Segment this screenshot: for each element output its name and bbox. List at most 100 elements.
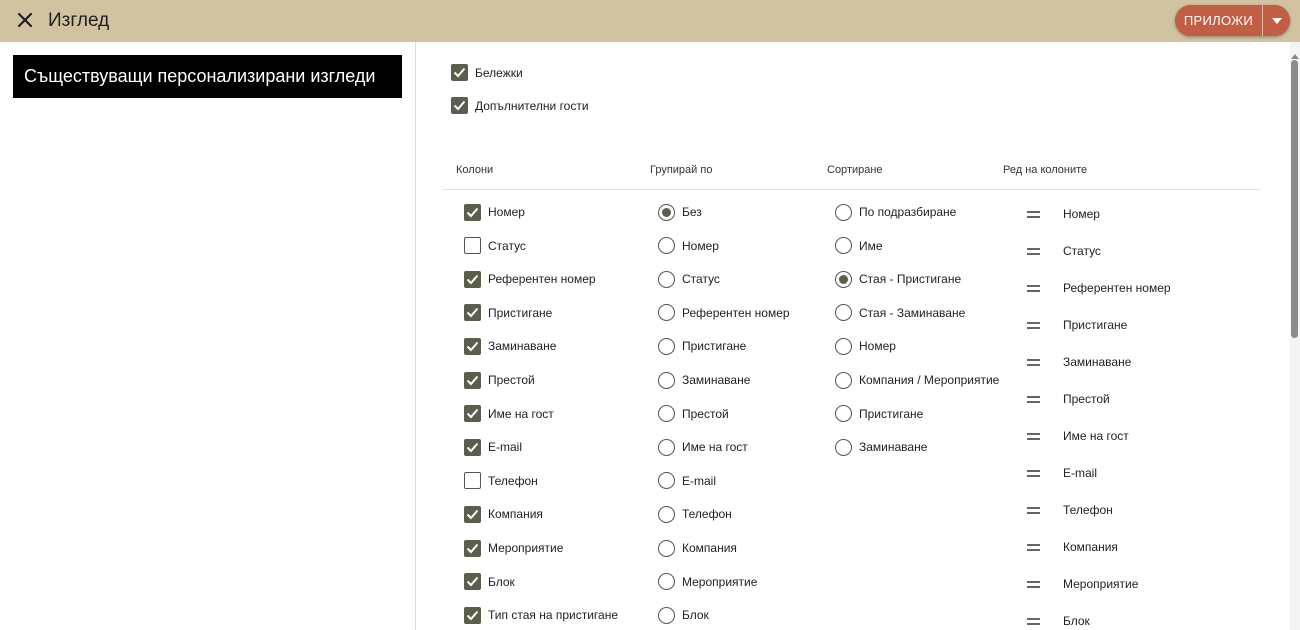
vertical-scrollbar[interactable] — [1290, 42, 1300, 630]
column-checkbox[interactable] — [464, 606, 481, 624]
column-option-row[interactable]: Пристигане — [464, 304, 552, 322]
column-option-row[interactable]: Блок — [464, 573, 515, 591]
group-by-option-row[interactable]: Референтен номер — [658, 304, 790, 322]
additional-guests-checkbox-row[interactable]: Допълнителни гости — [451, 97, 589, 114]
column-option-row[interactable]: Тип стая на пристигане — [464, 606, 618, 624]
column-order-item[interactable]: Номер — [1027, 206, 1100, 222]
group-by-option-row[interactable]: Пристигане — [658, 337, 746, 355]
sort-option-row[interactable]: Номер — [835, 337, 896, 355]
drag-handle-icon[interactable] — [1027, 284, 1040, 292]
group-by-option-row[interactable]: Телефон — [658, 505, 732, 523]
drag-handle-icon[interactable] — [1027, 580, 1040, 588]
close-icon[interactable] — [14, 9, 36, 31]
group-by-radio[interactable] — [658, 539, 675, 557]
sort-radio[interactable] — [835, 438, 852, 456]
column-checkbox[interactable] — [464, 405, 481, 423]
sort-option-row[interactable]: Компания / Мероприятие — [835, 371, 999, 389]
column-option-row[interactable]: Номер — [464, 203, 525, 221]
group-by-radio[interactable] — [658, 606, 675, 624]
column-order-item[interactable]: Телефон — [1027, 502, 1113, 518]
column-option-row[interactable]: Телефон — [464, 472, 538, 490]
group-by-radio[interactable] — [658, 304, 675, 322]
group-by-option-row[interactable]: E-mail — [658, 472, 716, 490]
sort-option-row[interactable]: Пристигане — [835, 405, 923, 423]
column-option-row[interactable]: Референтен номер — [464, 270, 596, 288]
group-by-option-row[interactable]: Блок — [658, 606, 709, 624]
notes-checkbox[interactable] — [451, 64, 468, 81]
drag-handle-icon[interactable] — [1027, 469, 1040, 477]
column-order-item[interactable]: Блок — [1027, 613, 1090, 629]
notes-checkbox-row[interactable]: Бележки — [451, 64, 523, 81]
column-order-item[interactable]: Престой — [1027, 391, 1110, 407]
sort-option-row[interactable]: Име — [835, 237, 883, 255]
group-by-radio[interactable] — [658, 371, 675, 389]
scroll-up-arrow[interactable] — [1291, 54, 1299, 59]
drag-handle-icon[interactable] — [1027, 358, 1040, 366]
column-option-row[interactable]: Заминаване — [464, 337, 556, 355]
group-by-radio[interactable] — [658, 203, 675, 221]
column-checkbox[interactable] — [464, 472, 481, 490]
drag-handle-icon[interactable] — [1027, 247, 1040, 255]
sort-radio[interactable] — [835, 237, 852, 255]
sort-option-row[interactable]: Заминаване — [835, 438, 927, 456]
drag-handle-icon[interactable] — [1027, 432, 1040, 440]
group-by-radio[interactable] — [658, 573, 675, 591]
column-checkbox[interactable] — [464, 203, 481, 221]
drag-handle-icon[interactable] — [1027, 543, 1040, 551]
sort-radio[interactable] — [835, 371, 852, 389]
column-checkbox[interactable] — [464, 505, 481, 523]
column-checkbox[interactable] — [464, 337, 481, 355]
column-order-item[interactable]: Мероприятие — [1027, 576, 1138, 592]
group-by-option-row[interactable]: Номер — [658, 237, 719, 255]
sort-option-row[interactable]: По подразбиране — [835, 203, 956, 221]
column-option-row[interactable]: Мероприятие — [464, 539, 563, 557]
apply-button[interactable]: ПРИЛОЖИ — [1175, 5, 1262, 36]
column-option-row[interactable]: Компания — [464, 505, 543, 523]
additional-guests-checkbox[interactable] — [451, 97, 468, 114]
drag-handle-icon[interactable] — [1027, 210, 1040, 218]
sort-radio[interactable] — [835, 337, 852, 355]
sort-option-row[interactable]: Стая - Пристигане — [835, 270, 961, 288]
drag-handle-icon[interactable] — [1027, 321, 1040, 329]
existing-views-button[interactable]: Съществуващи персонализирани изгледи — [13, 55, 402, 98]
drag-handle-icon[interactable] — [1027, 395, 1040, 403]
drag-handle-icon[interactable] — [1027, 617, 1040, 625]
group-by-option-row[interactable]: Статус — [658, 270, 720, 288]
column-order-item[interactable]: Име на гост — [1027, 428, 1129, 444]
group-by-option-row[interactable]: Престой — [658, 405, 729, 423]
column-order-item[interactable]: Референтен номер — [1027, 280, 1171, 296]
group-by-radio[interactable] — [658, 505, 675, 523]
column-checkbox[interactable] — [464, 573, 481, 591]
scroll-thumb[interactable] — [1291, 60, 1298, 338]
group-by-radio[interactable] — [658, 337, 675, 355]
sort-radio[interactable] — [835, 270, 852, 288]
column-option-row[interactable]: Име на гост — [464, 405, 554, 423]
group-by-option-row[interactable]: Компания — [658, 539, 737, 557]
group-by-radio[interactable] — [658, 438, 675, 456]
column-checkbox[interactable] — [464, 438, 481, 456]
column-order-item[interactable]: E-mail — [1027, 465, 1097, 481]
column-option-row[interactable]: E-mail — [464, 438, 522, 456]
column-checkbox[interactable] — [464, 270, 481, 288]
group-by-radio[interactable] — [658, 237, 675, 255]
drag-handle-icon[interactable] — [1027, 506, 1040, 514]
apply-dropdown-button[interactable] — [1263, 5, 1290, 36]
column-option-row[interactable]: Статус — [464, 237, 526, 255]
sort-option-row[interactable]: Стая - Заминаване — [835, 304, 965, 322]
column-checkbox[interactable] — [464, 371, 481, 389]
sort-radio[interactable] — [835, 405, 852, 423]
column-order-item[interactable]: Пристигане — [1027, 317, 1127, 333]
group-by-option-row[interactable]: Заминаване — [658, 371, 750, 389]
sort-radio[interactable] — [835, 203, 852, 221]
column-order-item[interactable]: Статус — [1027, 243, 1101, 259]
group-by-option-row[interactable]: Мероприятие — [658, 573, 757, 591]
group-by-option-row[interactable]: Без — [658, 203, 702, 221]
group-by-radio[interactable] — [658, 270, 675, 288]
column-checkbox[interactable] — [464, 539, 481, 557]
column-option-row[interactable]: Престой — [464, 371, 535, 389]
column-checkbox[interactable] — [464, 304, 481, 322]
column-checkbox[interactable] — [464, 237, 481, 255]
sort-radio[interactable] — [835, 304, 852, 322]
column-order-item[interactable]: Компания — [1027, 539, 1118, 555]
group-by-radio[interactable] — [658, 472, 675, 490]
